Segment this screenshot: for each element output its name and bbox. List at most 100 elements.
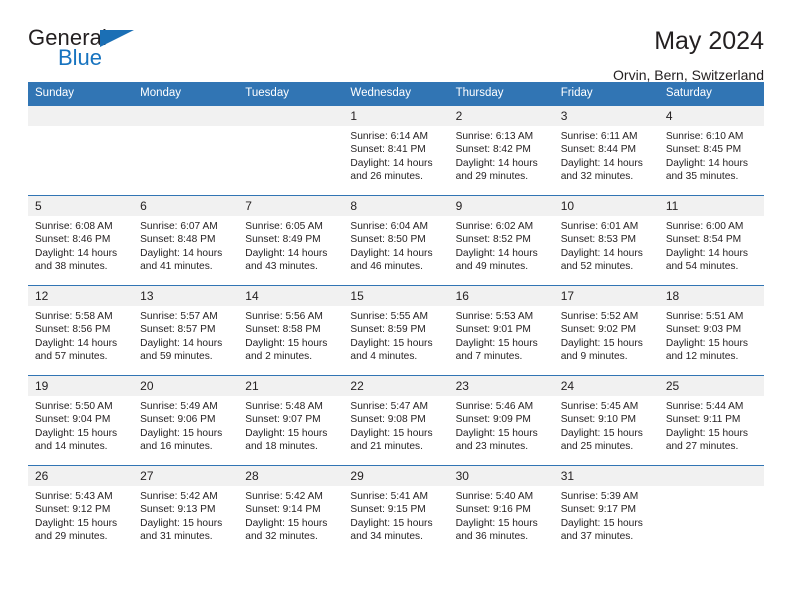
daylight-text-line1: Daylight: 14 hours: [140, 247, 223, 259]
sunset-text: Sunset: 9:03 PM: [665, 324, 742, 336]
calendar-day-cell[interactable]: 7 Sunrise: 6:05 AM Sunset: 8:49 PM Daylight…: [238, 195, 344, 286]
calendar-day-cell[interactable]: 18 Sunrise: 5:51 AM Sunset: 9:03 PM Dayligh…: [658, 285, 764, 376]
calendar-day-cell[interactable]: 28 Sunrise: 5:42 AM Sunset: 9:14 PM Dayligh…: [238, 465, 344, 556]
day-number: 8: [343, 196, 449, 216]
daylight-text-line2: and 32 minutes.: [245, 531, 318, 543]
calendar-day-cell[interactable]: 17 Sunrise: 5:52 AM Sunset: 9:02 PM Dayligh…: [553, 285, 659, 376]
daylight-text-line1: Daylight: 15 hours: [560, 337, 643, 349]
calendar-day-cell[interactable]: 10 Sunrise: 6:01 AM Sunset: 8:53 PM Dayligh…: [553, 195, 659, 286]
day-number: 26: [28, 466, 134, 486]
sunset-text: Sunset: 9:17 PM: [560, 504, 637, 516]
day-number: [658, 466, 764, 486]
sunset-text: Sunset: 8:41 PM: [350, 144, 426, 156]
sunrise-text: Sunrise: 5:49 AM: [140, 401, 218, 412]
daylight-text-line2: and 43 minutes.: [245, 261, 318, 273]
calendar-week-row: 12 Sunrise: 5:58 AM Sunset: 8:56 PM Dayligh…: [28, 285, 764, 376]
day-sun-info: Sunrise: 6:10 AM Sunset: 8:45 PM Daylight:…: [659, 126, 764, 184]
brand-logo[interactable]: General Blue: [28, 26, 140, 76]
calendar-day-cell[interactable]: 3 Sunrise: 6:11 AM Sunset: 8:44 PM Daylight…: [553, 105, 659, 196]
calendar-day-cell[interactable]: 6 Sunrise: 6:07 AM Sunset: 8:48 PM Daylight…: [133, 195, 239, 286]
day-sun-info: Sunrise: 5:41 AM Sunset: 9:15 PM Daylight:…: [343, 486, 448, 544]
daylight-text-line1: Daylight: 14 hours: [350, 247, 433, 259]
calendar-day-cell[interactable]: 27 Sunrise: 5:42 AM Sunset: 9:13 PM Dayligh…: [133, 465, 239, 556]
calendar-day-cell-empty: [133, 105, 239, 196]
calendar-day-cell[interactable]: 19 Sunrise: 5:50 AM Sunset: 9:04 PM Dayligh…: [28, 375, 134, 466]
daylight-text-line1: Daylight: 15 hours: [245, 427, 328, 439]
calendar-day-cell[interactable]: 16 Sunrise: 5:53 AM Sunset: 9:01 PM Dayligh…: [448, 285, 554, 376]
weekday-header-tuesday: Tuesday: [238, 82, 344, 106]
daylight-text-line1: Daylight: 15 hours: [350, 427, 433, 439]
calendar-day-cell[interactable]: 5 Sunrise: 6:08 AM Sunset: 8:46 PM Daylight…: [28, 195, 134, 286]
day-number: [133, 106, 239, 126]
calendar-day-cell[interactable]: 29 Sunrise: 5:41 AM Sunset: 9:15 PM Dayligh…: [343, 465, 449, 556]
day-sun-info: Sunrise: 5:48 AM Sunset: 9:07 PM Daylight:…: [238, 396, 343, 454]
sunrise-text: Sunrise: 5:48 AM: [245, 401, 323, 412]
calendar-day-cell[interactable]: 22 Sunrise: 5:47 AM Sunset: 9:08 PM Dayligh…: [343, 375, 449, 466]
calendar-day-cell[interactable]: 11 Sunrise: 6:00 AM Sunset: 8:54 PM Dayligh…: [658, 195, 764, 286]
calendar-day-cell[interactable]: 26 Sunrise: 5:43 AM Sunset: 9:12 PM Dayligh…: [28, 465, 134, 556]
day-number: 27: [133, 466, 239, 486]
daylight-text-line1: Daylight: 14 hours: [665, 157, 748, 169]
calendar-day-cell[interactable]: 1 Sunrise: 6:14 AM Sunset: 8:41 PM Daylight…: [343, 105, 449, 196]
sunrise-text: Sunrise: 6:11 AM: [560, 131, 638, 142]
daylight-text-line1: Daylight: 14 hours: [455, 247, 538, 259]
sunset-text: Sunset: 8:49 PM: [245, 234, 321, 246]
calendar-day-cell[interactable]: 8 Sunrise: 6:04 AM Sunset: 8:50 PM Daylight…: [343, 195, 449, 286]
weekday-header-sunday: Sunday: [28, 82, 134, 106]
daylight-text-line2: and 36 minutes.: [455, 531, 529, 543]
sunset-text: Sunset: 8:58 PM: [245, 324, 321, 336]
daylight-text-line1: Daylight: 15 hours: [245, 337, 328, 349]
daylight-text-line1: Daylight: 14 hours: [560, 157, 643, 169]
sunrise-text: Sunrise: 6:10 AM: [665, 131, 744, 142]
calendar-day-cell[interactable]: 9 Sunrise: 6:02 AM Sunset: 8:52 PM Daylight…: [448, 195, 554, 286]
sunrise-text: Sunrise: 6:08 AM: [35, 221, 113, 232]
calendar-day-cell[interactable]: 14 Sunrise: 5:56 AM Sunset: 8:58 PM Dayligh…: [238, 285, 344, 376]
calendar-day-cell[interactable]: 25 Sunrise: 5:44 AM Sunset: 9:11 PM Dayligh…: [658, 375, 764, 466]
sunset-text: Sunset: 9:08 PM: [350, 414, 426, 426]
calendar-day-cell[interactable]: 15 Sunrise: 5:55 AM Sunset: 8:59 PM Dayligh…: [343, 285, 449, 376]
weekday-header-wednesday: Wednesday: [343, 82, 449, 106]
calendar-day-cell[interactable]: 23 Sunrise: 5:46 AM Sunset: 9:09 PM Dayligh…: [448, 375, 554, 466]
calendar-day-cell[interactable]: 20 Sunrise: 5:49 AM Sunset: 9:06 PM Dayligh…: [133, 375, 239, 466]
daylight-text-line2: and 41 minutes.: [140, 261, 213, 273]
daylight-text-line1: Daylight: 14 hours: [560, 247, 643, 259]
calendar-day-cell[interactable]: 4 Sunrise: 6:10 AM Sunset: 8:45 PM Daylight…: [658, 105, 764, 196]
sunrise-text: Sunrise: 5:52 AM: [560, 311, 639, 322]
calendar-day-cell[interactable]: 12 Sunrise: 5:58 AM Sunset: 8:56 PM Dayligh…: [28, 285, 134, 376]
daylight-text-line1: Daylight: 15 hours: [455, 517, 538, 529]
sunrise-text: Sunrise: 5:58 AM: [35, 311, 113, 322]
calendar-day-cell[interactable]: 2 Sunrise: 6:13 AM Sunset: 8:42 PM Daylight…: [448, 105, 554, 196]
sunrise-text: Sunrise: 5:43 AM: [35, 491, 113, 502]
calendar-day-cell[interactable]: 21 Sunrise: 5:48 AM Sunset: 9:07 PM Dayligh…: [238, 375, 344, 466]
day-number: 3: [553, 106, 659, 126]
calendar-day-cell[interactable]: 24 Sunrise: 5:45 AM Sunset: 9:10 PM Dayligh…: [553, 375, 659, 466]
sunrise-text: Sunrise: 5:42 AM: [245, 491, 323, 502]
day-number: 22: [343, 376, 449, 396]
day-sun-info: Sunrise: 5:46 AM Sunset: 9:09 PM Daylight:…: [449, 396, 554, 454]
calendar-week-row: 26 Sunrise: 5:43 AM Sunset: 9:12 PM Dayligh…: [28, 465, 764, 556]
triangle-icon: [100, 30, 134, 47]
logo-text-blue: Blue: [58, 45, 103, 70]
daylight-text-line2: and 52 minutes.: [560, 261, 634, 273]
day-number: 23: [448, 376, 554, 396]
sunset-text: Sunset: 8:52 PM: [455, 234, 531, 246]
daylight-text-line2: and 27 minutes.: [665, 441, 739, 453]
day-sun-info: Sunrise: 6:04 AM Sunset: 8:50 PM Daylight:…: [343, 216, 448, 274]
day-sun-info: Sunrise: 6:02 AM Sunset: 8:52 PM Daylight:…: [449, 216, 554, 274]
sunrise-text: Sunrise: 6:01 AM: [560, 221, 639, 232]
calendar-day-cell[interactable]: 31 Sunrise: 5:39 AM Sunset: 9:17 PM Dayligh…: [553, 465, 659, 556]
day-sun-info: Sunrise: 5:58 AM Sunset: 8:56 PM Daylight:…: [28, 306, 133, 364]
day-number: 5: [28, 196, 134, 216]
daylight-text-line2: and 29 minutes.: [35, 531, 108, 543]
daylight-text-line1: Daylight: 15 hours: [560, 427, 643, 439]
sunrise-text: Sunrise: 6:02 AM: [455, 221, 534, 232]
day-sun-info: Sunrise: 5:42 AM Sunset: 9:14 PM Daylight:…: [238, 486, 343, 544]
calendar-day-cell[interactable]: 13 Sunrise: 5:57 AM Sunset: 8:57 PM Dayligh…: [133, 285, 239, 376]
calendar-day-cell[interactable]: 30 Sunrise: 5:40 AM Sunset: 9:16 PM Dayligh…: [448, 465, 554, 556]
day-sun-info: Sunrise: 5:56 AM Sunset: 8:58 PM Daylight:…: [238, 306, 343, 364]
sunrise-text: Sunrise: 5:47 AM: [350, 401, 429, 412]
daylight-text-line1: Daylight: 14 hours: [35, 337, 118, 349]
day-number: 31: [553, 466, 659, 486]
day-number: 11: [658, 196, 764, 216]
day-number: 28: [238, 466, 344, 486]
